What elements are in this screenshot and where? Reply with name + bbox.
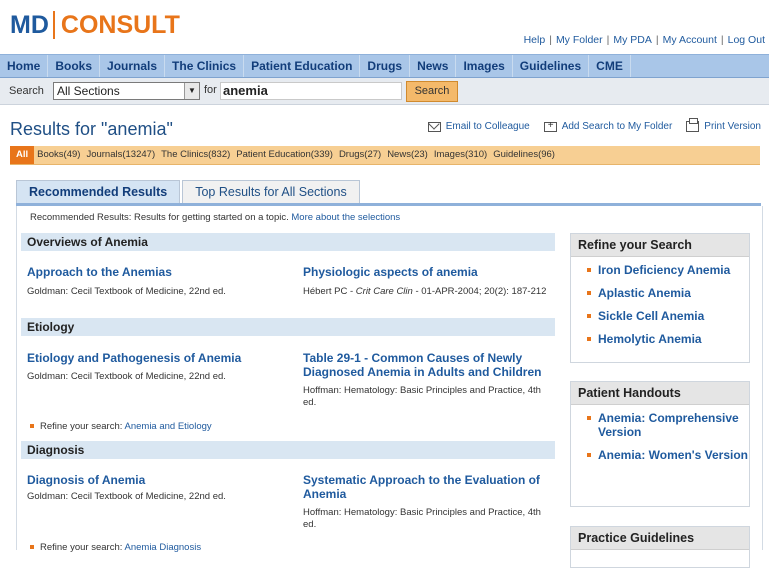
result-source: Goldman: Cecil Textbook of Medicine, 22n… [27,491,226,502]
my-pda-link[interactable]: My PDA [613,34,652,46]
result-source: Hoffman: Hematology: Basic Principles an… [303,507,541,530]
section-select[interactable]: All Sections ▼ [53,82,200,100]
intro-text: Recommended Results: Results for getting… [30,212,400,223]
category-patient-education[interactable]: Patient Education(339) [233,146,336,164]
patient-handouts-box: Patient Handouts Anemia: Comprehensive V… [570,381,750,507]
category-journals[interactable]: Journals(13247) [83,146,158,164]
nav-journals[interactable]: Journals [100,55,166,77]
refine-search-line: Refine your search: Anemia and Etiology [30,421,212,432]
envelope-icon [427,121,441,132]
nav-guidelines[interactable]: Guidelines [513,55,590,77]
refine-your-search-box: Refine your Search Iron Deficiency Anemi… [570,233,750,363]
toplinks-separator: | [720,34,724,46]
result-title-link[interactable]: Diagnosis of Anemia [27,473,292,487]
result-citation: - 01-APR-2004; 20(2): 187-212 [412,286,547,297]
toplinks-separator: | [606,34,610,46]
refine-item-hemolytic[interactable]: Hemolytic Anemia [571,332,749,346]
nav-news[interactable]: News [410,55,457,77]
results-tabs: Recommended Results Top Results for All … [16,180,362,204]
result-author: Hébert PC - [303,286,356,297]
result-source: Hébert PC - Crit Care Clin - 01-APR-2004… [303,286,553,298]
nav-images[interactable]: Images [456,55,513,77]
result-source: Goldman: Cecil Textbook of Medicine, 22n… [27,371,226,382]
section-heading: Diagnosis [21,441,555,459]
bullet-icon [30,545,34,550]
nav-home[interactable]: Home [0,55,49,77]
print-version-label: Print Version [704,121,761,132]
search-button[interactable]: Search [406,81,458,102]
result-actions: Email to Colleague Add Search to My Fold… [427,118,761,132]
nav-cme[interactable]: CME [589,55,631,77]
category-news[interactable]: News(23) [384,146,431,164]
add-search-label: Add Search to My Folder [561,121,673,132]
email-to-colleague-button[interactable]: Email to Colleague [427,121,530,132]
printer-icon [686,118,700,132]
category-all[interactable]: All [10,146,35,164]
my-account-link[interactable]: My Account [663,34,717,46]
practice-guidelines-box: Practice Guidelines [570,526,750,568]
section-heading: Overviews of Anemia [21,233,555,251]
top-links: Help | My Folder | My PDA | My Account | Log Out [524,34,765,46]
logo-consult: CONSULT [52,11,180,39]
result-title-link[interactable]: Approach to the Anemias [27,265,287,279]
logo-md: MD [10,11,49,39]
nav-the-clinics[interactable]: The Clinics [165,55,245,77]
refine-item-aplastic[interactable]: Aplastic Anemia [571,286,749,300]
nav-drugs[interactable]: Drugs [360,55,411,77]
category-filter-bar: All Books(49) Journals(13247) The Clinic… [10,146,760,165]
box-heading: Practice Guidelines [571,527,749,550]
main-nav: Home Books Journals The Clinics Patient … [0,54,769,78]
nav-patient-education[interactable]: Patient Education [244,55,361,77]
toplinks-separator: | [655,34,659,46]
for-label: for [204,84,217,96]
print-version-button[interactable]: Print Version [686,118,761,132]
category-drugs[interactable]: Drugs(27) [336,146,384,164]
handout-comprehensive[interactable]: Anemia: Comprehensive Version [571,411,749,439]
category-guidelines[interactable]: Guidelines(96) [490,146,558,164]
result-title-link[interactable]: Systematic Approach to the Evaluation of… [303,473,553,501]
result-source: Goldman: Cecil Textbook of Medicine, 22n… [27,286,226,297]
refine-item-iron-deficiency[interactable]: Iron Deficiency Anemia [571,263,749,277]
result-title-link[interactable]: Physiologic aspects of anemia [303,265,553,279]
result-title-link[interactable]: Table 29-1 - Common Causes of Newly Diag… [303,351,553,379]
result-title-link[interactable]: Etiology and Pathogenesis of Anemia [27,351,292,365]
log-out-link[interactable]: Log Out [728,34,765,46]
help-link[interactable]: Help [524,34,546,46]
handout-womens[interactable]: Anemia: Women's Version [571,448,749,462]
search-bar: Search All Sections ▼ for anemia Search [0,78,769,105]
tab-recommended-results[interactable]: Recommended Results [16,180,181,203]
refine-search-line: Refine your search: Anemia Diagnosis [30,542,201,553]
bullet-icon [30,424,34,429]
category-books[interactable]: Books(49) [34,146,83,164]
add-search-button[interactable]: Add Search to My Folder [543,120,673,132]
toplinks-separator: | [549,34,552,46]
refine-link[interactable]: Anemia and Etiology [125,421,212,432]
result-source: Hoffman: Hematology: Basic Principles an… [303,385,541,408]
refine-item-sickle-cell[interactable]: Sickle Cell Anemia [571,309,749,323]
refine-label: Refine your search: [40,542,125,553]
section-heading: Etiology [21,318,555,336]
logo[interactable]: MD CONSULT [10,10,180,40]
section-select-value: All Sections [57,84,120,98]
email-to-colleague-label: Email to Colleague [445,121,530,132]
search-input[interactable]: anemia [220,82,402,100]
search-label: Search [9,85,44,97]
more-about-selections-link[interactable]: More about the selections [291,212,400,223]
category-images[interactable]: Images(310) [431,146,490,164]
dropdown-arrow-icon[interactable]: ▼ [184,83,199,99]
box-heading: Patient Handouts [571,382,749,405]
category-the-clinics[interactable]: The Clinics(832) [158,146,233,164]
tab-top-results[interactable]: Top Results for All Sections [182,180,360,203]
refine-label: Refine your search: [40,421,125,432]
box-heading: Refine your Search [571,234,749,257]
add-folder-icon [543,120,557,132]
nav-books[interactable]: Books [48,55,101,77]
page-title: Results for "anemia" [10,119,173,139]
my-folder-link[interactable]: My Folder [556,34,603,46]
result-journal: Crit Care Clin [355,286,413,297]
intro-label: Recommended Results: Results for getting… [30,212,292,223]
refine-link[interactable]: Anemia Diagnosis [125,542,202,553]
